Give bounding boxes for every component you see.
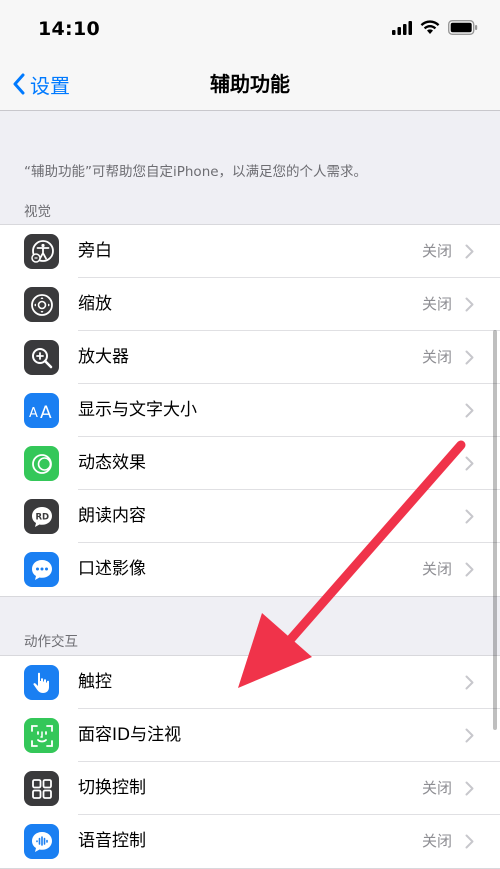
- row-label: 放大器: [78, 347, 129, 367]
- face-id-icon: [24, 718, 59, 753]
- wifi-icon: [420, 20, 440, 34]
- back-button[interactable]: 设置: [12, 58, 70, 110]
- row-zoom[interactable]: 缩放 关闭: [0, 278, 500, 331]
- voice-control-icon: [24, 824, 59, 859]
- switch-control-icon: [24, 771, 59, 806]
- section-header-vision: 视觉: [24, 204, 51, 220]
- row-label: 口述影像: [78, 559, 146, 579]
- svg-text:RD: RD: [35, 512, 49, 522]
- row-touch[interactable]: 触控: [0, 656, 500, 709]
- row-value: 关闭: [421, 779, 452, 797]
- row-label: 切换控制: [78, 778, 146, 798]
- vision-group: 旁白 关闭 缩放 关闭 放大器 关闭 A A 显示与文字大小 动态效果 RD 朗…: [0, 224, 500, 597]
- row-switch-control[interactable]: 切换控制 关闭: [0, 762, 500, 815]
- row-magnifier[interactable]: 放大器 关闭: [0, 331, 500, 384]
- navigation-bar: 辅助功能 设置: [0, 58, 500, 111]
- chevron-right-icon: [465, 244, 474, 259]
- row-audio-description[interactable]: 口述影像 关闭: [0, 543, 500, 596]
- chevron-left-icon: [13, 73, 25, 95]
- row-voiceover[interactable]: 旁白 关闭: [0, 225, 500, 278]
- chevron-right-icon: [465, 350, 474, 365]
- status-bar: 14:10: [0, 0, 500, 58]
- status-time: 14:10: [38, 18, 100, 40]
- chevron-right-icon: [465, 456, 474, 471]
- row-value: 关闭: [421, 832, 452, 850]
- chevron-right-icon: [465, 562, 474, 577]
- row-label: 面容ID与注视: [78, 725, 182, 745]
- chevron-right-icon: [465, 509, 474, 524]
- chevron-right-icon: [465, 403, 474, 418]
- row-label: 缩放: [78, 294, 112, 314]
- physical-motor-group: 触控 面容ID与注视 切换控制 关闭 语音控制 关闭: [0, 655, 500, 869]
- zoom-icon: [24, 287, 59, 322]
- chevron-right-icon: [465, 675, 474, 690]
- row-label: 语音控制: [78, 831, 146, 851]
- chevron-right-icon: [465, 728, 474, 743]
- row-label: 动态效果: [78, 453, 146, 473]
- row-label: 触控: [78, 672, 112, 692]
- voiceover-icon: [24, 234, 59, 269]
- chevron-right-icon: [465, 834, 474, 849]
- text-size-icon: A A: [24, 393, 59, 428]
- description-text: “辅助功能”可帮助您自定iPhone，以满足您的个人需求。: [24, 164, 368, 180]
- row-voice-control[interactable]: 语音控制 关闭: [0, 815, 500, 868]
- row-label: 旁白: [78, 241, 112, 261]
- row-spoken-content[interactable]: RD 朗读内容: [0, 490, 500, 543]
- row-label: 朗读内容: [78, 506, 146, 526]
- section-header-physical-motor: 动作交互: [24, 634, 78, 650]
- row-face-id-attention[interactable]: 面容ID与注视: [0, 709, 500, 762]
- status-icons: [392, 20, 478, 35]
- motion-icon: [24, 446, 59, 481]
- row-value: 关闭: [421, 242, 452, 260]
- spoken-content-icon: RD: [24, 499, 59, 534]
- row-value: 关闭: [421, 348, 452, 366]
- row-value: 关闭: [421, 560, 452, 578]
- magnifier-icon: [24, 340, 59, 375]
- row-value: 关闭: [421, 295, 452, 313]
- audio-description-icon: [24, 552, 59, 587]
- back-label: 设置: [30, 73, 70, 98]
- cellular-signal-icon: [392, 20, 412, 35]
- scroll-indicator[interactable]: [493, 330, 497, 730]
- row-motion[interactable]: 动态效果: [0, 437, 500, 490]
- page-title: 辅助功能: [210, 72, 290, 96]
- chevron-right-icon: [465, 297, 474, 312]
- chevron-right-icon: [465, 781, 474, 796]
- svg-text:A: A: [40, 403, 52, 421]
- battery-icon: [448, 20, 478, 35]
- row-display-text-size[interactable]: A A 显示与文字大小: [0, 384, 500, 437]
- row-label: 显示与文字大小: [78, 400, 197, 420]
- touch-icon: [24, 665, 59, 700]
- svg-text:A: A: [29, 406, 38, 421]
